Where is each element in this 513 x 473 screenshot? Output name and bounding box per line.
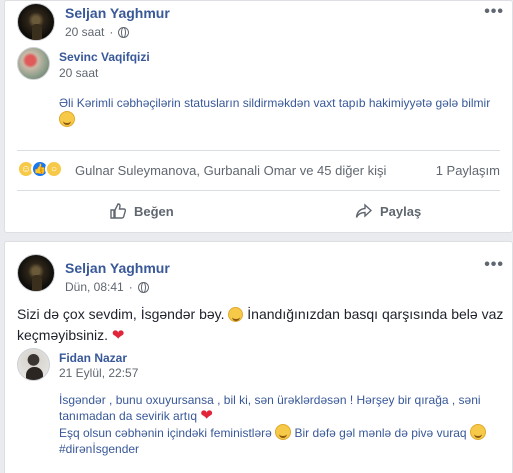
share-count[interactable]: 1 Paylaşım xyxy=(436,163,500,178)
shared-author-avatar[interactable] xyxy=(17,348,50,381)
grin-emoji-icon xyxy=(275,424,292,440)
shared-post-time[interactable]: 21 Eylül, 22:57 xyxy=(59,366,138,380)
shared-author-name[interactable]: Sevinc Vaqifqizi xyxy=(59,50,150,64)
author-name[interactable]: Seljan Yaghmur xyxy=(65,5,170,21)
reaction-names[interactable]: Gulnar Suleymanova, Gurbanali Omar ve 45… xyxy=(75,163,386,178)
post-time[interactable]: 20 saat xyxy=(65,25,104,39)
author-name[interactable]: Seljan Yaghmur xyxy=(65,260,170,276)
shared-author-name[interactable]: Fidan Nazar xyxy=(59,351,127,365)
shared-post-text: Əli Kərimli cəbhəçilərin statusların sil… xyxy=(59,96,491,110)
post-card: Seljan Yaghmur Dün, 08:41 · ••• Sizi də … xyxy=(4,241,513,473)
shared-author-avatar[interactable] xyxy=(17,47,50,80)
shared-post-text: İsgəndər , bunu oxuyursansa , bil ki, sə… xyxy=(59,392,486,457)
post-text: Sizi də çox sevdim, İsgəndər bəy. İnandı… xyxy=(17,306,504,344)
author-avatar[interactable] xyxy=(17,3,55,41)
heart-icon: ❤ xyxy=(200,407,213,424)
more-options-icon[interactable]: ••• xyxy=(484,256,504,274)
reaction-icons[interactable]: ☺ 👍 ○ xyxy=(17,160,63,178)
post-meta: Dün, 08:41 · xyxy=(65,280,149,294)
grin-emoji-icon xyxy=(469,424,486,440)
post-time[interactable]: Dün, 08:41 xyxy=(65,280,124,294)
wow-reaction-icon: ○ xyxy=(45,160,63,178)
globe-icon xyxy=(137,281,149,293)
globe-icon xyxy=(118,26,130,38)
post-meta: 20 saat · xyxy=(65,25,130,39)
more-options-icon[interactable]: ••• xyxy=(484,3,504,21)
grin-emoji-icon xyxy=(228,307,244,322)
smile-emoji-icon xyxy=(59,111,75,127)
shared-post-time[interactable]: 20 saat xyxy=(59,66,98,80)
share-button[interactable]: Paylaş xyxy=(355,202,421,220)
hashtag-link[interactable]: #dirənİsgender xyxy=(59,442,139,456)
thumbs-up-icon xyxy=(110,203,127,219)
divider xyxy=(17,190,500,191)
author-avatar[interactable] xyxy=(17,254,55,292)
like-button[interactable]: Beğen xyxy=(109,202,174,220)
post-card: Seljan Yaghmur 20 saat · ••• Sevinc Vaqi… xyxy=(4,0,513,233)
heart-icon: ❤ xyxy=(111,327,125,344)
share-arrow-icon xyxy=(355,203,373,218)
divider xyxy=(17,150,500,151)
